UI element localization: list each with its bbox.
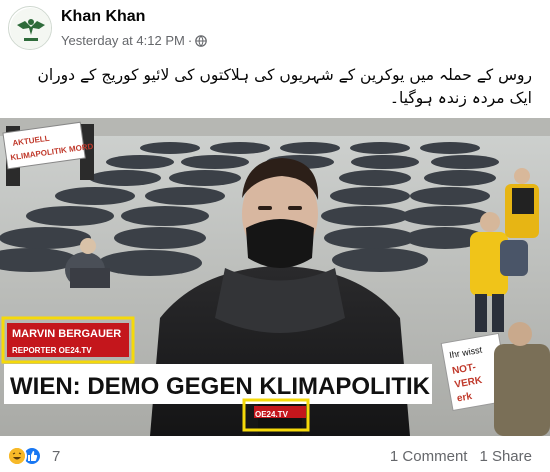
reactions-summary[interactable]: 7: [7, 446, 60, 466]
eagle-logo-icon: [10, 8, 51, 49]
news-video-frame: AKTUELL KLIMAPOLITIK MORD Ihr wisst NOT-…: [0, 118, 550, 436]
comments-count[interactable]: 1 Comment: [390, 448, 468, 465]
post-timestamp[interactable]: Yesterday at 4:12 PM: [61, 33, 185, 48]
globe-icon[interactable]: [195, 34, 207, 47]
face-mask: [246, 219, 314, 268]
headline-text: WIEN: DEMO GEGEN KLIMAPOLITIK: [10, 373, 431, 400]
headline-bar: WIEN: DEMO GEGEN KLIMAPOLITIK: [4, 364, 432, 404]
author-name[interactable]: Khan Khan: [61, 8, 145, 26]
reporter-name: MARVIN BERGAUER: [12, 328, 121, 340]
meta-separator: ·: [187, 33, 193, 48]
post-meta: Yesterday at 4:12 PM ·: [61, 33, 207, 48]
haha-reaction-icon: [7, 446, 27, 466]
shares-count[interactable]: 1 Share: [479, 448, 532, 465]
post-media[interactable]: AKTUELL KLIMAPOLITIK MORD Ihr wisst NOT-…: [0, 118, 550, 436]
mic-logo-text: OE24.TV: [255, 410, 289, 419]
reporter-role: REPORTER OE24.TV: [12, 346, 92, 355]
post-footer: 7 1 Comment 1 Share: [0, 436, 550, 472]
reporter-nameplate: MARVIN BERGAUER REPORTER OE24.TV: [1, 316, 135, 364]
caption-line-2: ایک مردہ زندہ ہوگیا۔: [389, 89, 532, 107]
avatar[interactable]: [8, 6, 52, 50]
caption-line-1: روس کے حملہ میں یوکرین کے شہریوں کی ہلاک…: [37, 66, 532, 84]
reaction-count: 7: [52, 447, 61, 465]
post-caption: روس کے حملہ میں یوکرین کے شہریوں کی ہلاک…: [12, 64, 532, 110]
post-header: Khan Khan Yesterday at 4:12 PM ·: [0, 0, 550, 62]
engagement-counts: 1 Comment 1 Share: [390, 448, 532, 465]
